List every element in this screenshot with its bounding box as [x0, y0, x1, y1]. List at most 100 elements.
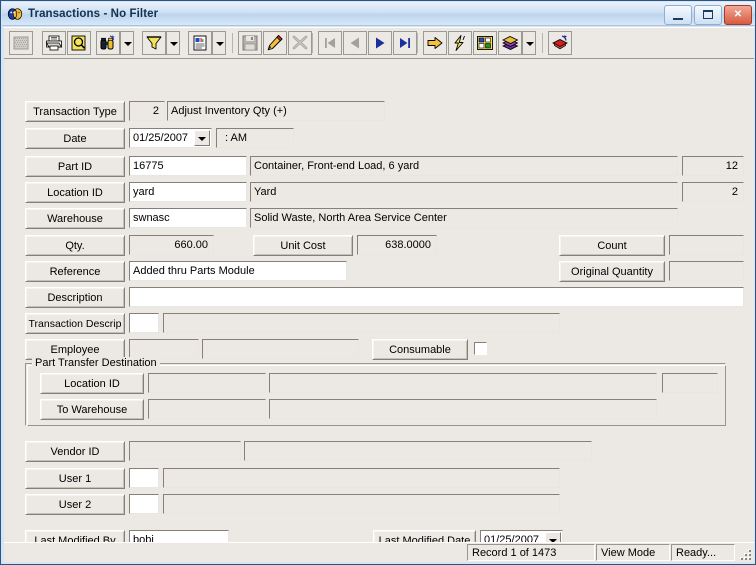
qty-field[interactable]: 660.00	[129, 235, 214, 255]
description-field[interactable]	[129, 287, 744, 307]
date-combo[interactable]: 01/25/2007	[129, 128, 212, 148]
vendor-id-code-field[interactable]	[129, 441, 241, 461]
transaction-descrip-code-field[interactable]	[129, 313, 159, 333]
next-record-button[interactable]	[368, 31, 392, 55]
find-dropdown[interactable]	[120, 31, 134, 55]
print-preview-button[interactable]	[67, 31, 91, 55]
transaction-type-label[interactable]: Transaction Type	[25, 101, 125, 122]
record-status: Record 1 of 1473	[467, 544, 595, 561]
warehouse-description-field[interactable]: Solid Waste, North Area Service Center	[250, 208, 678, 228]
print-button[interactable]	[42, 31, 66, 55]
count-field[interactable]	[669, 235, 744, 255]
transfer-location-id-extra-field[interactable]	[662, 373, 718, 393]
to-warehouse-description-field[interactable]	[269, 399, 657, 419]
warehouse-field[interactable]: swnasc	[129, 208, 247, 228]
toolbar-separator	[542, 33, 543, 53]
toolbar-separator	[232, 33, 233, 53]
consumable-checkbox[interactable]	[474, 342, 487, 355]
warehouse-label[interactable]: Warehouse	[25, 208, 125, 229]
description-label[interactable]: Description	[25, 287, 125, 308]
printer-icon	[45, 35, 63, 51]
unit-cost-label[interactable]: Unit Cost	[253, 235, 353, 256]
export-button[interactable]	[548, 31, 572, 55]
close-button[interactable]: ✕	[724, 5, 752, 25]
quick-action-button[interactable]	[448, 31, 472, 55]
filter-button[interactable]	[142, 31, 166, 55]
consumable-label[interactable]: Consumable	[372, 339, 468, 360]
last-record-button[interactable]	[393, 31, 417, 55]
date-label[interactable]: Date	[25, 128, 125, 149]
reference-label[interactable]: Reference	[25, 261, 125, 282]
title-bar: Transactions - No Filter ✕	[2, 2, 755, 26]
user2-code-field[interactable]	[129, 494, 159, 514]
location-id-extra-field[interactable]: 2	[682, 182, 744, 202]
pencil-icon	[267, 35, 283, 51]
qty-label[interactable]: Qty.	[25, 235, 125, 256]
first-arrow-icon	[325, 38, 335, 48]
unit-cost-field[interactable]: 638.0000	[357, 235, 437, 255]
chevron-down-icon[interactable]	[194, 130, 210, 146]
employee-name-field[interactable]	[202, 339, 359, 359]
goto-button[interactable]	[423, 31, 447, 55]
transfer-location-id-description-field[interactable]	[269, 373, 657, 393]
resize-grip[interactable]	[740, 547, 752, 560]
time-field[interactable]: : AM	[216, 128, 294, 148]
books-icon	[502, 36, 519, 50]
transaction-form: Transaction Type 2 Adjust Inventory Qty …	[4, 59, 754, 562]
part-id-description-field[interactable]: Container, Front-end Load, 6 yard	[250, 156, 678, 176]
status-bar: Record 1 of 1473 View Mode Ready...	[4, 542, 754, 561]
part-transfer-destination-title: Part Transfer Destination	[32, 357, 160, 369]
layout-button[interactable]	[473, 31, 497, 55]
books-button[interactable]	[498, 31, 522, 55]
count-label[interactable]: Count	[559, 235, 665, 256]
save-button[interactable]	[238, 31, 262, 55]
edit-button[interactable]	[263, 31, 287, 55]
transfer-location-id-code-field[interactable]	[148, 373, 266, 393]
to-warehouse-label[interactable]: To Warehouse	[40, 399, 144, 420]
to-warehouse-code-field[interactable]	[148, 399, 266, 419]
user2-value-field[interactable]	[163, 494, 560, 514]
print-preview-icon	[71, 35, 86, 51]
vendor-id-label[interactable]: Vendor ID	[25, 441, 125, 462]
filter-dropdown[interactable]	[166, 31, 180, 55]
yellow-arrow-icon	[427, 37, 443, 49]
vendor-id-name-field[interactable]	[244, 441, 592, 461]
original-quantity-label[interactable]: Original Quantity	[559, 261, 665, 282]
transaction-descrip-field[interactable]	[163, 313, 560, 333]
employee-code-field[interactable]	[129, 339, 199, 359]
reference-field[interactable]: Added thru Parts Module	[129, 261, 347, 281]
user1-label[interactable]: User 1	[25, 468, 125, 489]
transfer-location-id-label[interactable]: Location ID	[40, 373, 144, 394]
user2-label[interactable]: User 2	[25, 494, 125, 515]
location-id-field[interactable]: yard	[129, 182, 247, 202]
funnel-icon	[146, 36, 162, 50]
window-title: Transactions - No Filter	[28, 7, 159, 20]
part-id-label[interactable]: Part ID	[25, 156, 125, 177]
delete-button[interactable]	[288, 31, 312, 55]
previous-record-button[interactable]	[343, 31, 367, 55]
last-arrow-icon	[400, 38, 410, 48]
part-id-field[interactable]: 16775	[129, 156, 247, 176]
location-id-label[interactable]: Location ID	[25, 182, 125, 203]
books-dropdown[interactable]	[522, 31, 536, 55]
grid-view-button[interactable]	[9, 31, 33, 55]
report-dropdown[interactable]	[212, 31, 226, 55]
user1-value-field[interactable]	[163, 468, 560, 488]
transaction-type-code-field[interactable]: 2	[129, 101, 165, 121]
date-value: 01/25/2007	[133, 132, 189, 144]
original-quantity-field[interactable]	[669, 261, 744, 281]
client-area: Transaction Type 2 Adjust Inventory Qty …	[4, 27, 754, 562]
previous-arrow-icon	[350, 37, 359, 49]
transaction-descrip-label[interactable]: Transaction Descrip	[25, 313, 125, 334]
location-id-description-field[interactable]: Yard	[250, 182, 678, 202]
user1-code-field[interactable]	[129, 468, 159, 488]
floppy-icon	[242, 35, 258, 51]
transaction-type-description-field[interactable]: Adjust Inventory Qty (+)	[167, 101, 385, 121]
layout-icon	[477, 36, 493, 50]
find-button[interactable]	[96, 31, 120, 55]
report-button[interactable]	[188, 31, 212, 55]
part-id-extra-field[interactable]: 12	[682, 156, 744, 176]
first-record-button[interactable]	[318, 31, 342, 55]
minimize-button[interactable]	[664, 5, 692, 25]
maximize-button[interactable]	[694, 5, 722, 25]
